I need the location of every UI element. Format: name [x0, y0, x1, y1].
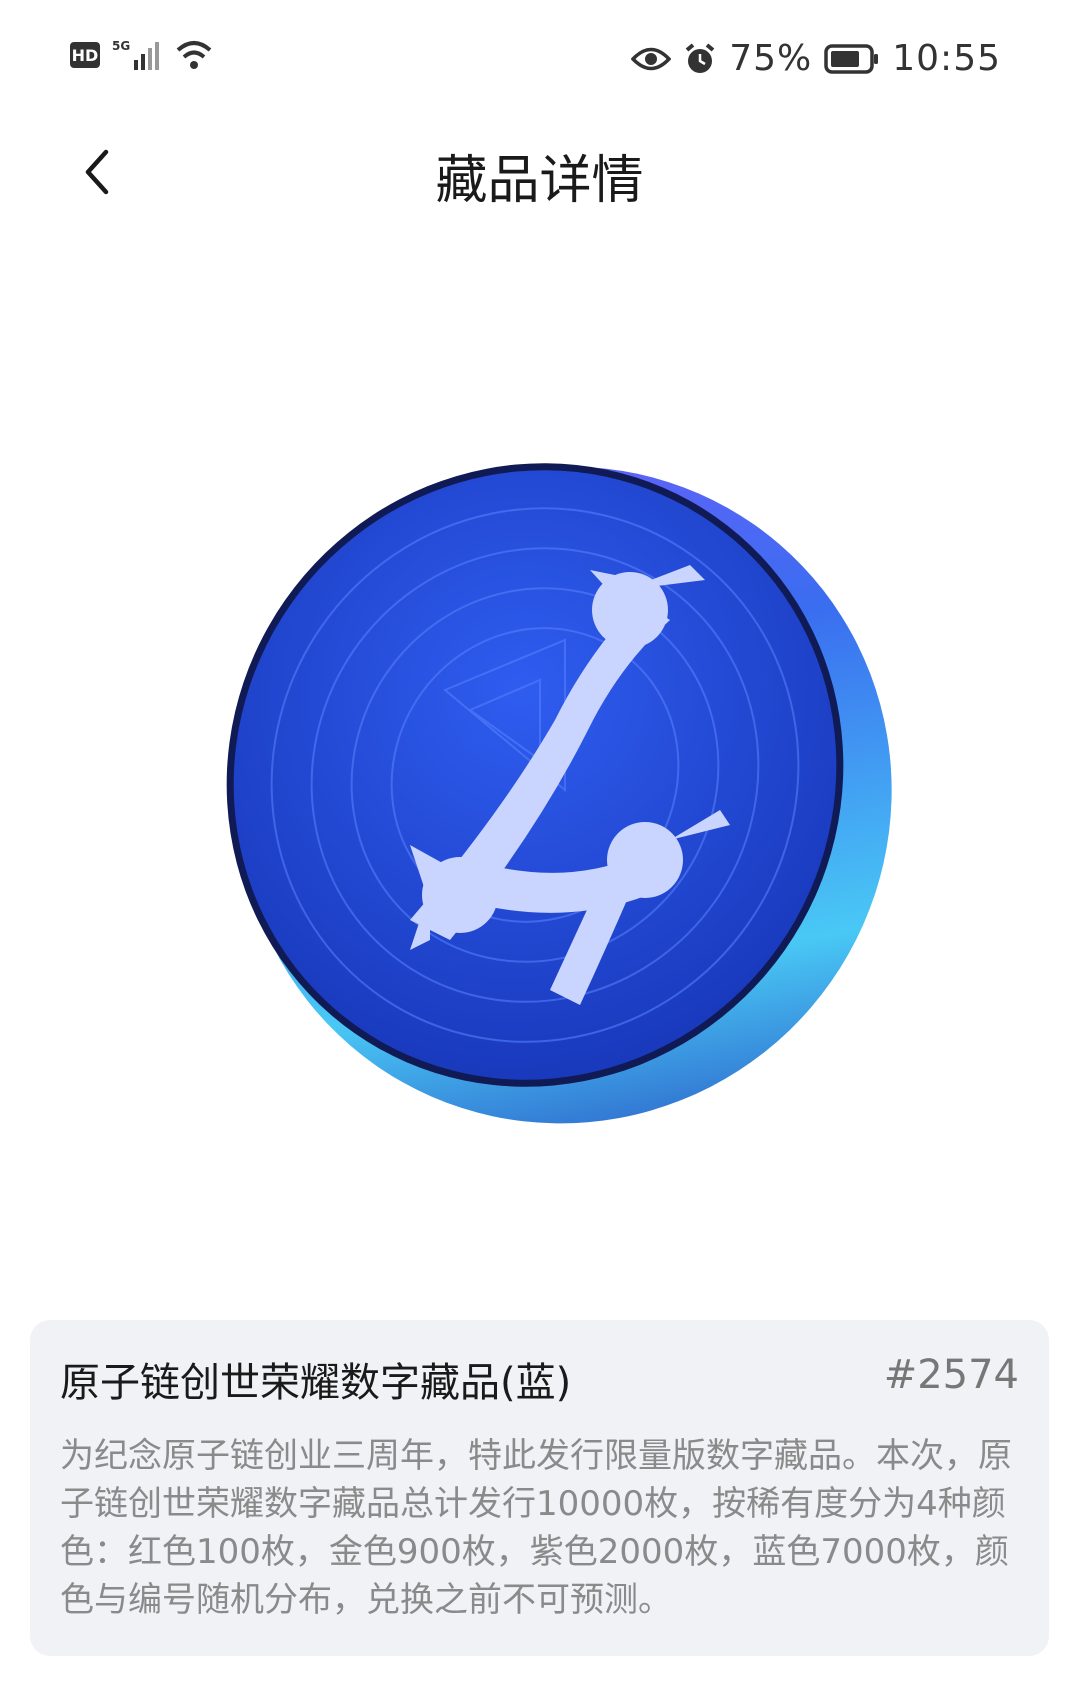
battery-icon	[824, 43, 879, 74]
coin-image	[226, 463, 892, 1124]
clock: 10:55	[892, 38, 1001, 79]
svg-text:5G: 5G	[112, 39, 130, 53]
collectible-description: 为纪念原子链创业三周年，特此发行限量版数字藏品。本次，原子链创世荣耀数字藏品总计…	[60, 1436, 1012, 1620]
nav-bar: 藏品详情	[0, 120, 1079, 230]
battery-percent: 75%	[729, 38, 813, 79]
signal-icon: 5G	[112, 39, 159, 70]
eye-icon	[631, 47, 672, 70]
status-right: 75% 10:55	[631, 38, 1001, 79]
collectible-image	[170, 420, 910, 1140]
collectible-name: 原子链创世荣耀数字藏品(蓝)	[60, 1360, 572, 1406]
wifi-icon	[176, 41, 212, 69]
collectible-serial: #2574	[883, 1352, 1019, 1398]
status-left: HD 5G	[70, 38, 214, 72]
alarm-icon	[685, 42, 715, 73]
status-bar: HD 5G 75% 10:55	[0, 0, 1079, 120]
page-title: 藏品详情	[435, 151, 644, 211]
hd-icon: HD	[70, 42, 100, 68]
collectible-info-card: 原子链创世荣耀数字藏品(蓝) #2574 为纪念原子链创业三周年，特此发行限量版…	[30, 1320, 1049, 1656]
